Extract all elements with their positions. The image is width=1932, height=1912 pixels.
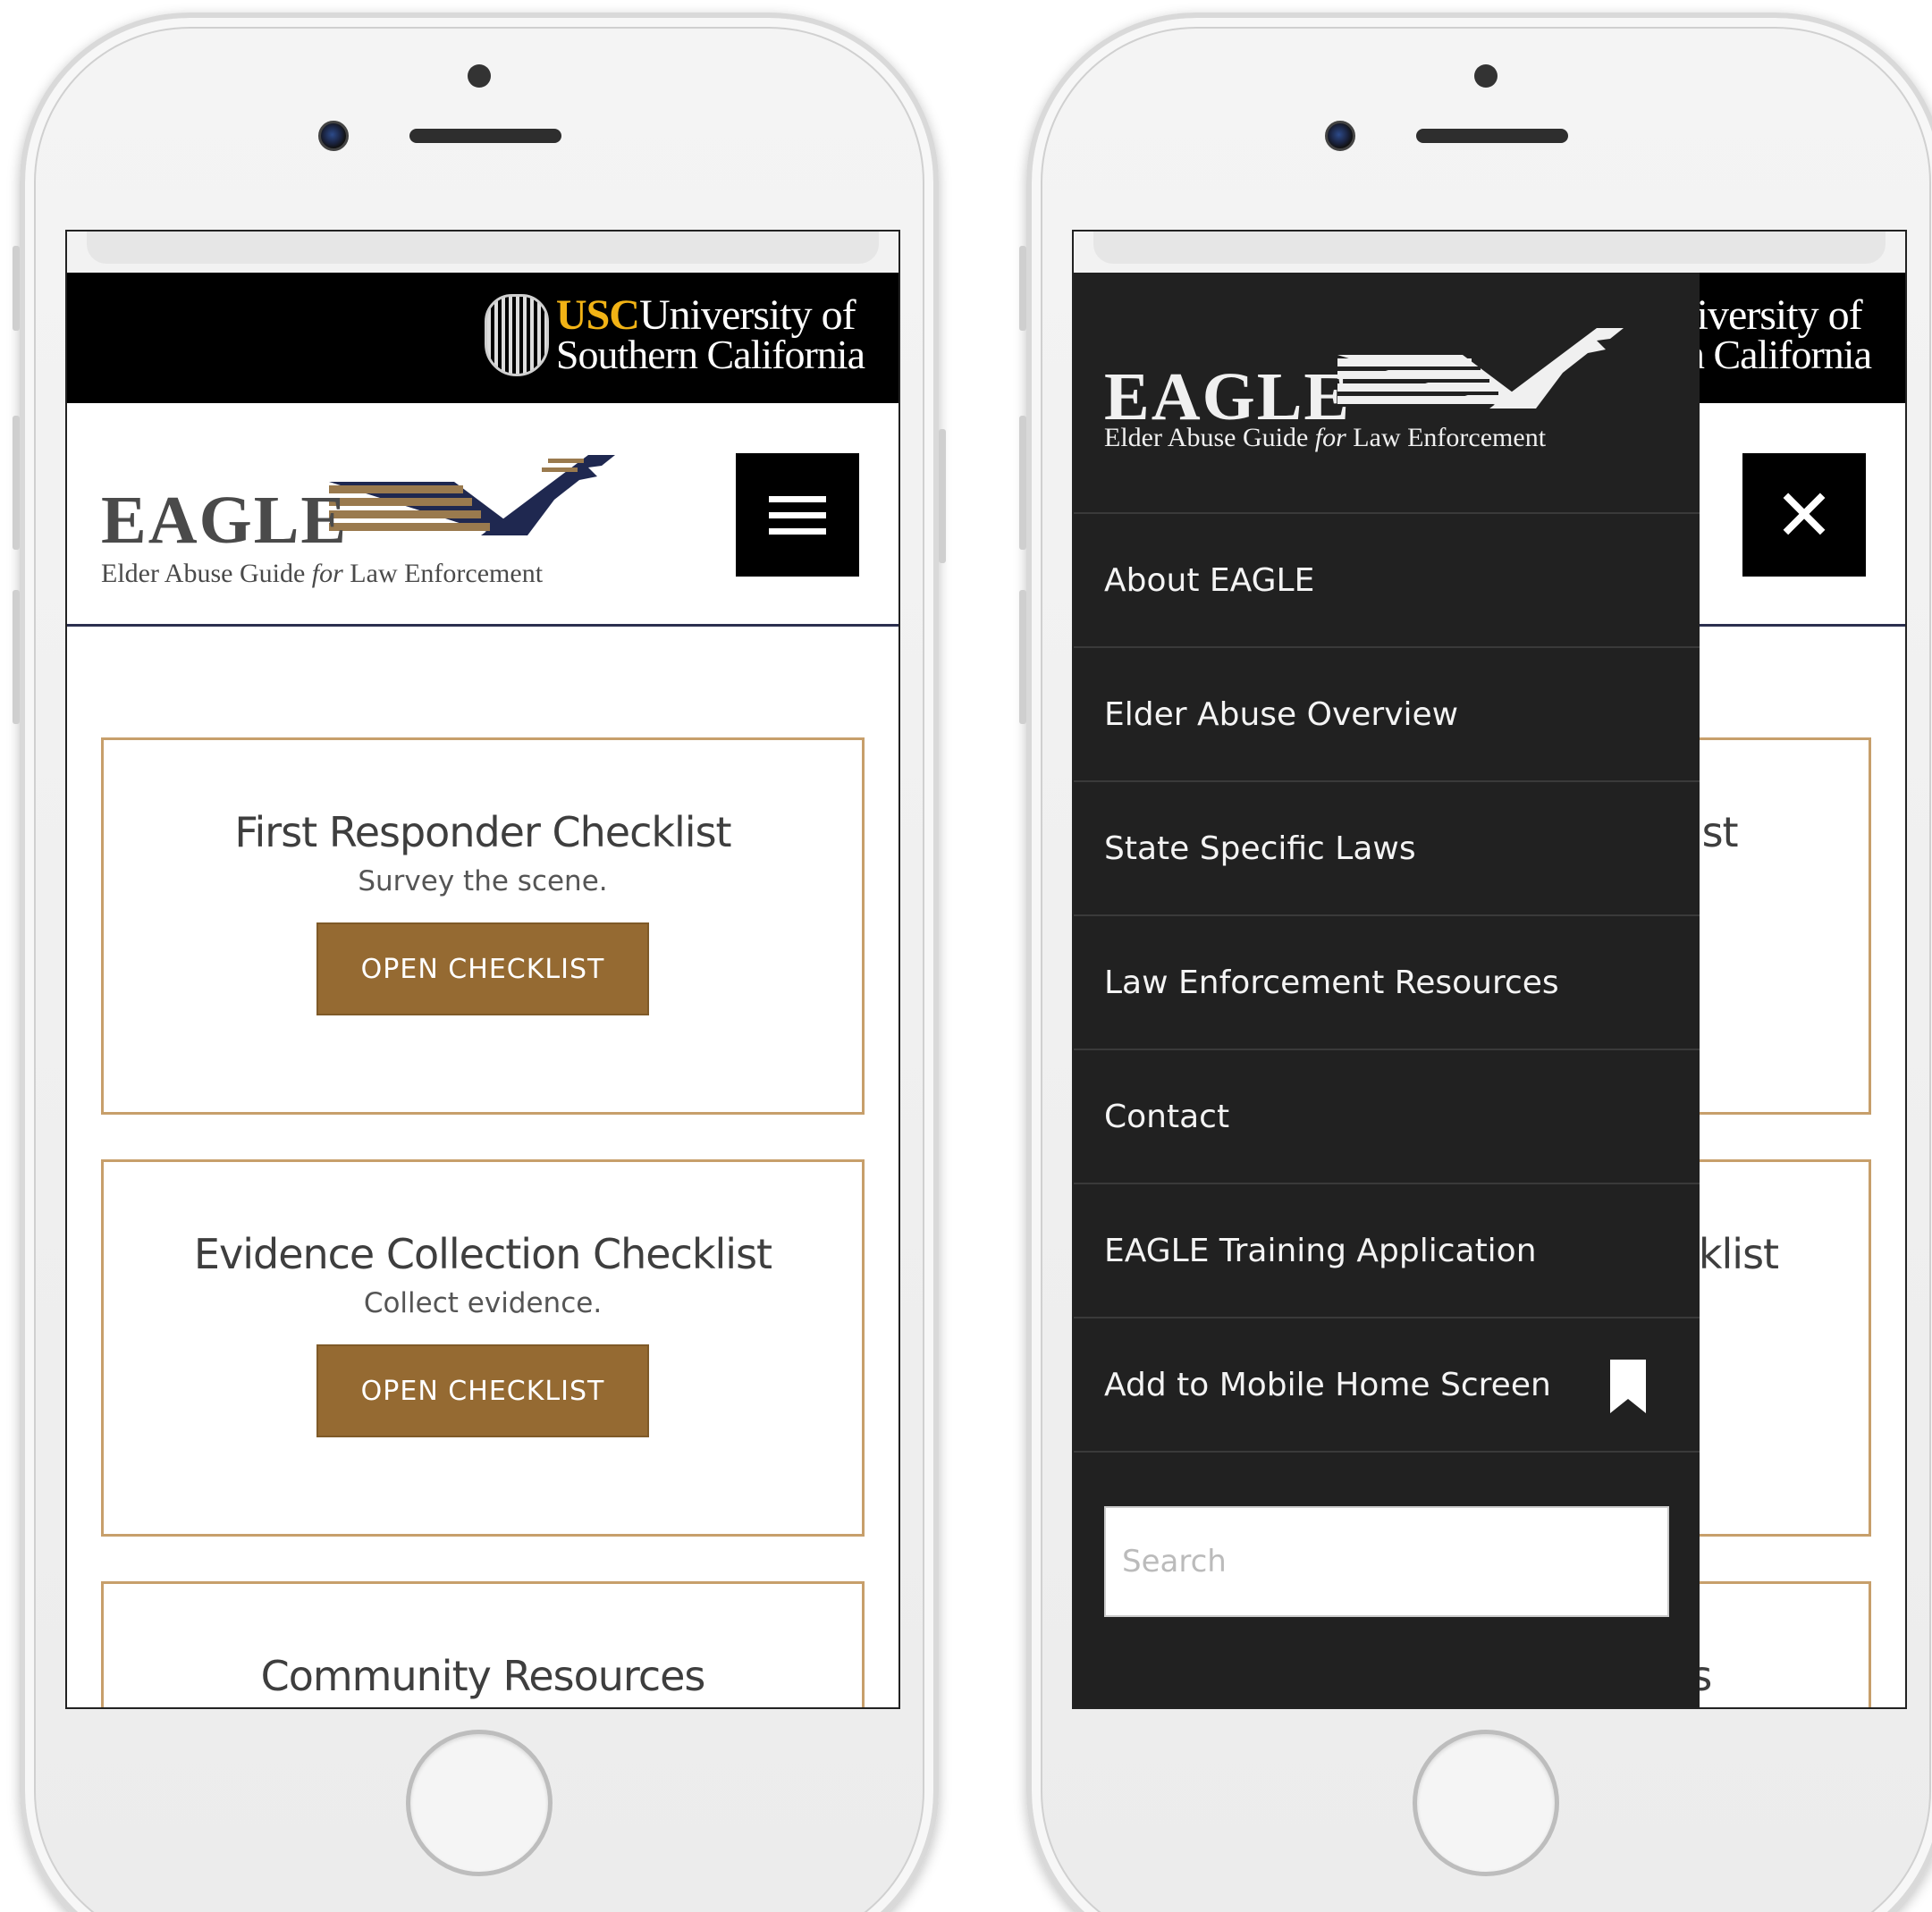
hamburger-icon [769,495,826,502]
screen: USCUniversity of Southern California ✕ F… [1072,230,1907,1709]
home-button[interactable] [1413,1730,1559,1876]
open-checklist-button[interactable]: OPEN CHECKLIST [316,922,649,1015]
menu-item-label: Law Enforcement Resources [1104,964,1559,1001]
phone-left: USCUniversity of Southern California EAG… [13,13,946,1912]
volume-down-button [13,590,20,724]
card-subtitle: Collect evidence. [363,1287,603,1319]
eagle-logo[interactable]: EAGLE Elder Abuse Guide for Law Enforcem… [1074,273,1700,514]
menu-item-add-home-screen[interactable]: Add to Mobile Home Screen [1074,1318,1700,1453]
menu-button[interactable] [736,453,859,577]
eagle-bird-icon [329,455,615,535]
menu-item-overview[interactable]: Elder Abuse Overview [1074,648,1700,782]
card-title: Community Resources [260,1652,706,1700]
front-camera [318,121,349,151]
browser-url-bar[interactable] [1074,232,1905,273]
menu-item-label: Contact [1104,1098,1230,1135]
usc-banner: USCUniversity of Southern California [67,273,899,403]
checklist-list: First Responder Checklist Survey the sce… [67,627,899,1707]
checklist-card: Evidence Collection Checklist Collect ev… [101,1159,865,1537]
eagle-tagline: Elder Abuse Guide for Law Enforcement [1104,423,1547,452]
front-camera [1325,121,1355,151]
mute-switch [1019,246,1026,331]
volume-down-button [1019,590,1026,724]
menu-item-label: About EAGLE [1104,561,1315,599]
phone-right: USCUniversity of Southern California ✕ F… [1019,13,1932,1912]
checklist-card: Community Resources [101,1581,865,1707]
close-icon: ✕ [1774,473,1835,557]
eagle-bird-icon [1337,328,1624,409]
volume-up-button [13,416,20,550]
site-header: EAGLE Elder Abuse Guide for Law Enforcem… [67,403,899,627]
eagle-wordmark: EAGLE [101,483,349,558]
proximity-sensor [468,64,491,88]
card-title: Evidence Collection Checklist [193,1230,772,1278]
menu-item-label: State Specific Laws [1104,830,1416,867]
proximity-sensor [1474,64,1498,88]
navigation-drawer: EAGLE Elder Abuse Guide for Law Enforcem… [1074,273,1700,1707]
screen: USCUniversity of Southern California EAG… [65,230,900,1709]
volume-up-button [1019,416,1026,550]
menu-item-label: EAGLE Training Application [1104,1232,1537,1269]
bookmark-icon [1610,1360,1646,1413]
eagle-logo[interactable]: EAGLE Elder Abuse Guide for Law Enforcem… [101,446,655,589]
menu-item-label: Elder Abuse Overview [1104,695,1459,733]
earpiece-speaker [409,129,561,143]
menu-item-state-laws[interactable]: State Specific Laws [1074,782,1700,916]
usc-logo[interactable]: USCUniversity of Southern California [484,294,865,377]
home-button[interactable] [406,1730,553,1876]
menu-item-training[interactable]: EAGLE Training Application [1074,1184,1700,1318]
menu-item-about[interactable]: About EAGLE [1074,514,1700,648]
checklist-card: First Responder Checklist Survey the sce… [101,737,865,1115]
menu-item-contact[interactable]: Contact [1074,1050,1700,1184]
card-title: First Responder Checklist [234,808,731,856]
menu-item-resources[interactable]: Law Enforcement Resources [1074,916,1700,1050]
menu-item-label: Add to Mobile Home Screen [1104,1366,1551,1403]
usc-name-line2: Southern California [555,332,865,377]
power-button [939,429,946,563]
eagle-tagline: Elder Abuse Guide for Law Enforcement [101,559,544,588]
card-subtitle: Survey the scene. [358,865,608,897]
earpiece-speaker [1416,129,1568,143]
browser-url-bar[interactable] [67,232,899,273]
mute-switch [13,246,20,331]
search-input[interactable] [1104,1506,1669,1617]
open-checklist-button[interactable]: OPEN CHECKLIST [316,1344,649,1437]
close-menu-button[interactable]: ✕ [1742,453,1866,577]
usc-seal-icon [484,294,549,376]
